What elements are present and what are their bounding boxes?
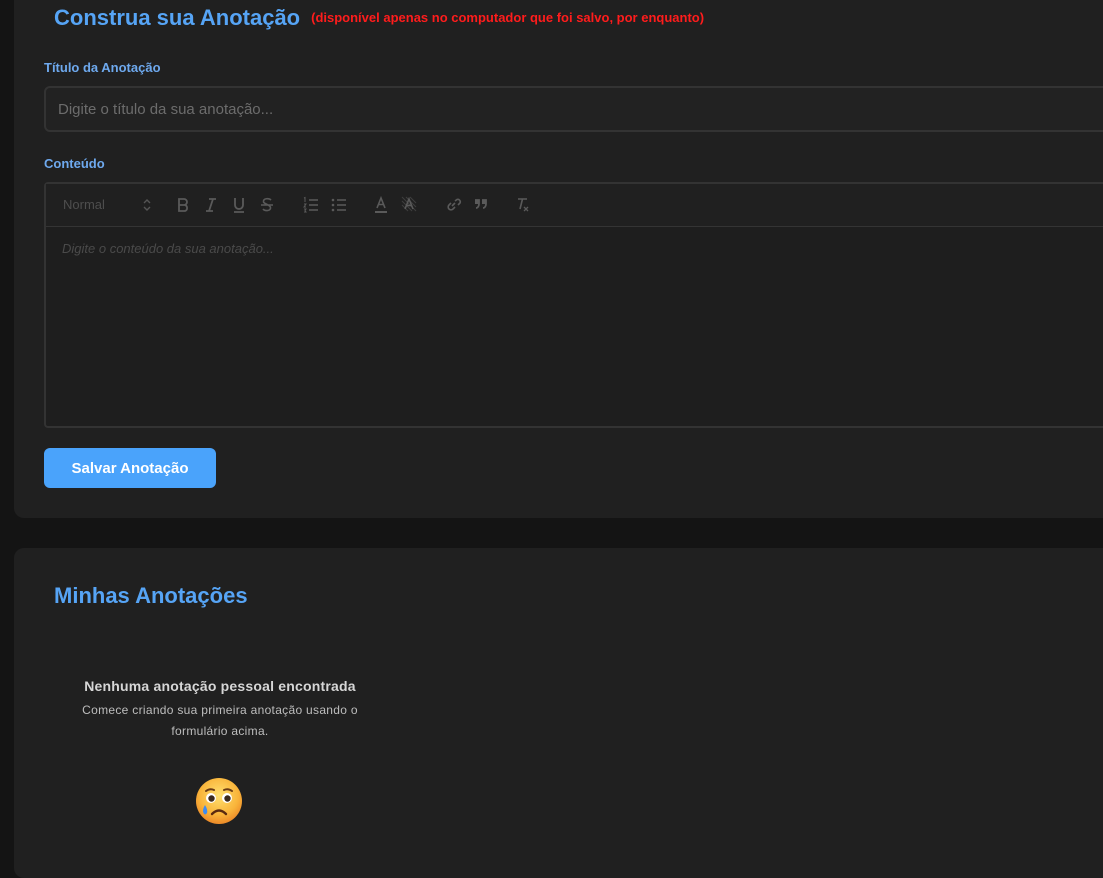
italic-icon[interactable]: [202, 195, 220, 215]
rich-text-editor: Normal Digite o conteúdo da sua anotação…: [44, 182, 1103, 428]
save-note-button[interactable]: Salvar Anotação: [44, 448, 216, 488]
link-icon[interactable]: [444, 195, 462, 215]
editor-content[interactable]: Digite o conteúdo da sua anotação...: [46, 227, 1103, 426]
bold-icon[interactable]: [174, 195, 192, 215]
format-select-value: Normal: [63, 197, 105, 212]
ordered-list-icon[interactable]: [302, 195, 320, 215]
select-arrows-icon: [143, 198, 151, 212]
text-color-icon[interactable]: [372, 195, 390, 215]
form-title: Construa sua Anotação: [54, 5, 301, 30]
storage-warning: (disponível apenas no computador que foi…: [311, 10, 705, 25]
bullet-list-icon[interactable]: [330, 195, 348, 215]
empty-state-text: Comece criando sua primeira anotação usa…: [82, 703, 358, 738]
background-color-icon[interactable]: [400, 195, 418, 215]
crying-face-icon: [194, 776, 244, 826]
empty-state-title: Nenhuma anotação pessoal encontrada: [84, 678, 356, 694]
editor-toolbar: Normal: [46, 184, 1103, 227]
strikethrough-icon[interactable]: [258, 195, 276, 215]
format-select[interactable]: Normal: [63, 195, 151, 215]
notes-list-title: Minhas Anotações: [54, 583, 248, 608]
blockquote-icon[interactable]: [472, 195, 490, 215]
note-title-input[interactable]: [44, 86, 1103, 132]
underline-icon[interactable]: [230, 195, 248, 215]
empty-state: Nenhuma anotação pessoal encontrada Come…: [70, 678, 370, 742]
title-field-label: Título da Anotação: [44, 60, 161, 75]
form-header: Construa sua Anotação (disponível apenas…: [54, 5, 704, 31]
content-field-label: Conteúdo: [44, 156, 105, 171]
clear-format-icon[interactable]: [514, 195, 532, 215]
